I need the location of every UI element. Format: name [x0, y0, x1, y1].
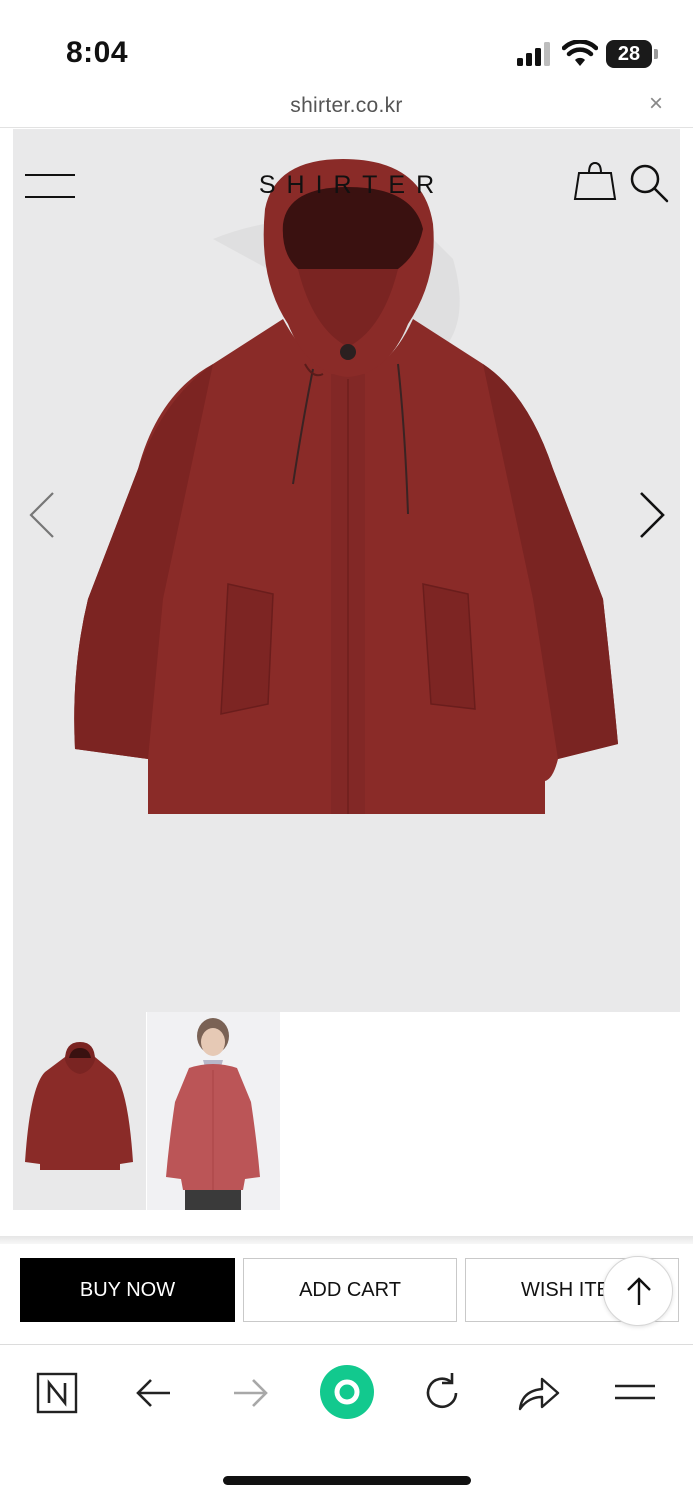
- signal-icon: [517, 42, 550, 66]
- product-image-carousel[interactable]: SHIRTER: [13, 129, 680, 1012]
- url-bar[interactable]: shirter.co.kr ×: [0, 86, 693, 128]
- battery-indicator: 28: [606, 40, 658, 68]
- reload-icon[interactable]: [414, 1365, 470, 1421]
- shopping-bag-icon[interactable]: [573, 161, 617, 201]
- battery-level: 28: [617, 43, 641, 65]
- share-icon[interactable]: [510, 1365, 566, 1421]
- forward-arrow-icon[interactable]: [222, 1365, 278, 1421]
- battery-tip: [654, 49, 658, 59]
- wifi-icon: [562, 40, 598, 66]
- url-text[interactable]: shirter.co.kr: [0, 94, 693, 118]
- browser-toolbar: [0, 1344, 693, 1444]
- naver-n-icon[interactable]: [29, 1365, 85, 1421]
- search-icon[interactable]: [629, 163, 669, 203]
- back-arrow-icon[interactable]: [126, 1365, 182, 1421]
- thumbnail-jacket-image: [25, 1042, 133, 1170]
- divider: [0, 1236, 693, 1244]
- product-jacket-image: [74, 159, 618, 814]
- status-time: 8:04: [66, 36, 129, 69]
- scroll-top-button[interactable]: [603, 1256, 673, 1326]
- home-indicator[interactable]: [223, 1476, 471, 1485]
- arrow-up-icon: [627, 1277, 651, 1305]
- thumbnail-flatlay[interactable]: [13, 1012, 146, 1210]
- add-cart-button[interactable]: ADD CART: [243, 1258, 457, 1322]
- thumbnail-model-image: [166, 1018, 260, 1210]
- hamburger-icon[interactable]: [607, 1365, 663, 1421]
- thumbnail-model[interactable]: [147, 1012, 280, 1210]
- green-dot-icon[interactable]: [318, 1363, 376, 1421]
- thumbnail-strip: [13, 1012, 680, 1210]
- close-icon[interactable]: ×: [644, 92, 668, 116]
- buy-now-button[interactable]: BUY NOW: [20, 1258, 235, 1322]
- purchase-actions: BUY NOW ADD CART WISH ITEM: [0, 1244, 693, 1344]
- chevron-right-icon[interactable]: [635, 489, 671, 541]
- chevron-left-icon[interactable]: [25, 489, 61, 541]
- status-bar: 8:04 28: [0, 0, 693, 86]
